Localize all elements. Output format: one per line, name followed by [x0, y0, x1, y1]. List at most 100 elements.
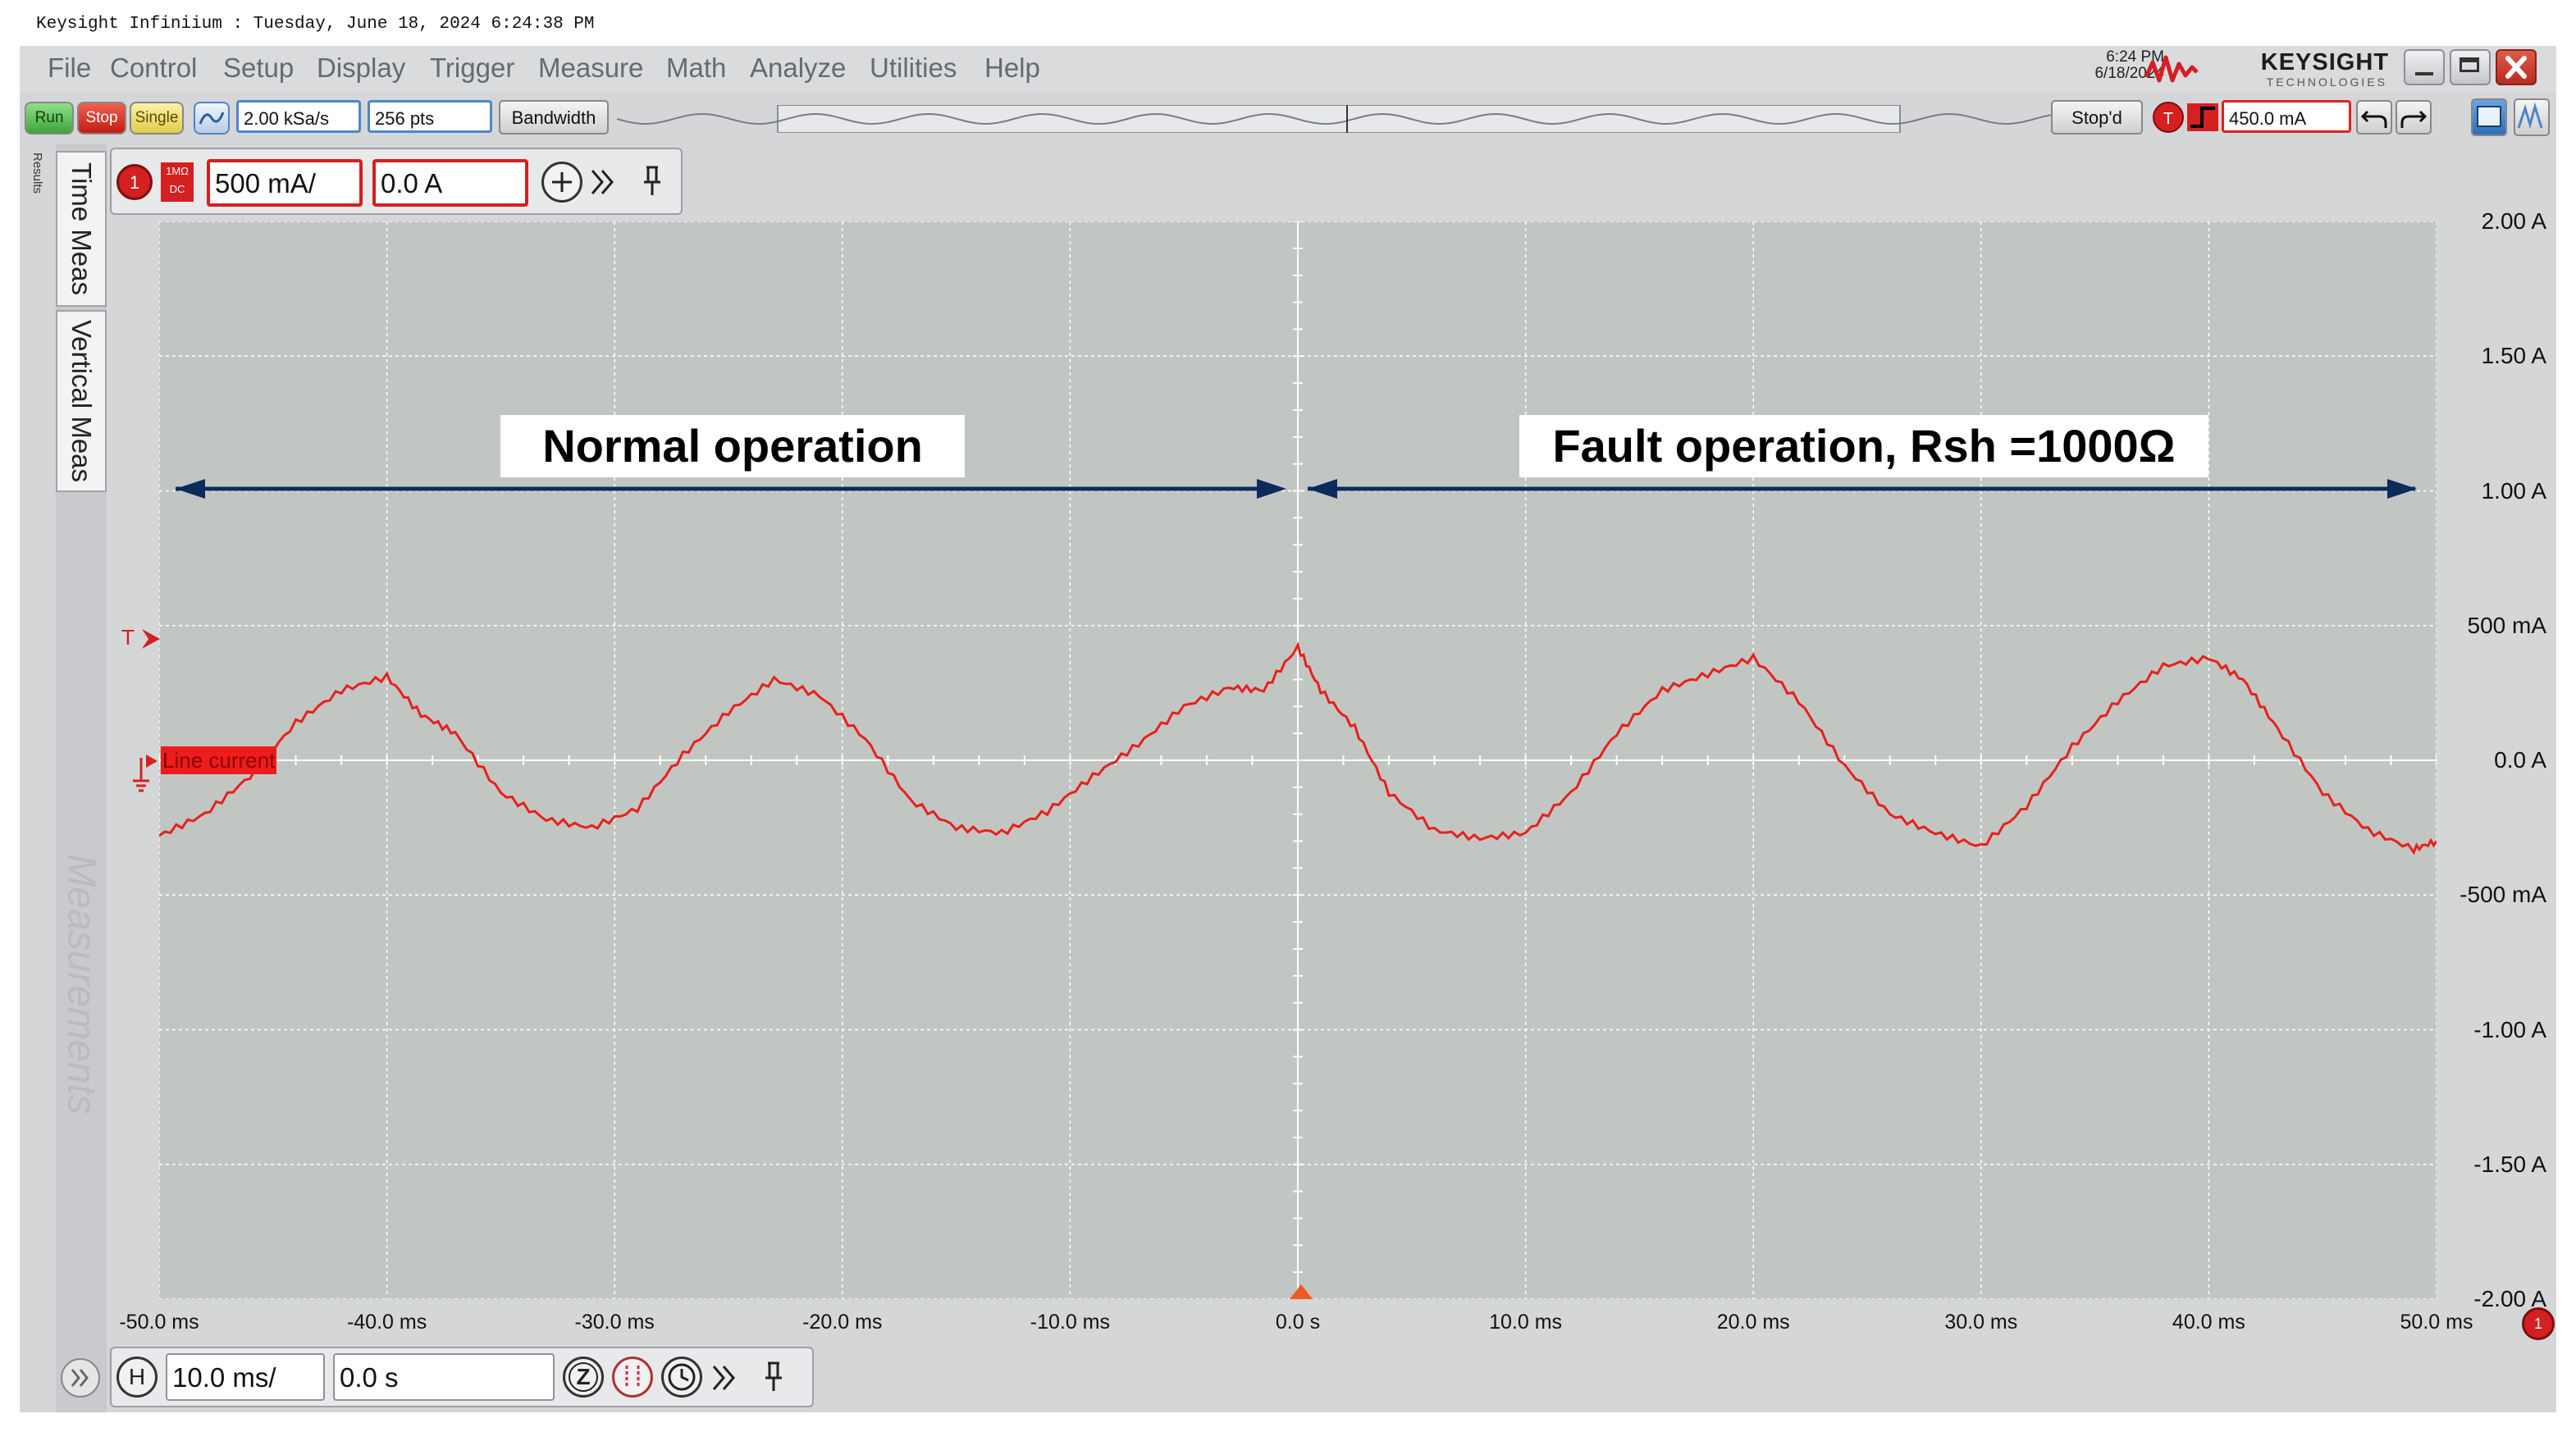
channel-1-bar: 1 1MΩ DC 500 mA/ 0.0 A	[110, 148, 683, 215]
acquisition-icon	[199, 112, 225, 125]
bandwidth-button[interactable]: Bandwidth	[499, 100, 609, 135]
run-status-button[interactable]: Stop'd	[2051, 100, 2143, 135]
layout-button[interactable]	[2471, 98, 2507, 136]
y-tick-label: 2.00 A	[2481, 208, 2546, 234]
x-tick-label: -10.0 ms	[1030, 1311, 1111, 1334]
waveform-display[interactable]: Normal operation Fault operation, Rsh =1…	[159, 221, 2437, 1299]
ground-reference-icon[interactable]	[131, 753, 161, 797]
minimize-button[interactable]	[2404, 49, 2445, 85]
zoom-button[interactable]: Z	[563, 1357, 604, 1398]
auto-scale-icon	[2517, 102, 2543, 130]
window-title: Keysight Infiniium : Tuesday, June 18, 2…	[36, 15, 595, 34]
y-tick-label: -1.50 A	[2473, 1151, 2546, 1177]
gated-button[interactable]	[612, 1357, 653, 1398]
x-tick-label: -30.0 ms	[574, 1311, 655, 1334]
menu-measure[interactable]: Measure	[538, 52, 643, 84]
menu-analyze[interactable]: Analyze	[750, 52, 846, 84]
menu-control[interactable]: Control	[110, 52, 197, 84]
channel-1-button[interactable]: 1	[116, 164, 153, 200]
x-tick-label: 40.0 ms	[2172, 1311, 2245, 1334]
x-tick-label: 0.0 s	[1275, 1311, 1321, 1334]
memory-depth-field[interactable]: 256 pts	[368, 100, 492, 133]
rising-edge-icon	[2190, 107, 2215, 128]
menu-setup[interactable]: Setup	[223, 52, 294, 84]
channel-1-marker[interactable]: 1	[2522, 1307, 2555, 1340]
channel-coupling-button[interactable]: 1MΩ DC	[161, 162, 194, 202]
gate-icon	[625, 1366, 640, 1389]
menu-math[interactable]: Math	[666, 52, 726, 84]
menu-file[interactable]: File	[48, 52, 91, 84]
vertical-offset-field[interactable]: 0.0 A	[372, 159, 528, 207]
maximize-button[interactable]	[2450, 49, 2491, 85]
single-button[interactable]: Single	[130, 102, 184, 135]
zoom-icon: Z	[569, 1362, 598, 1392]
trigger-edge-button[interactable]	[2187, 103, 2218, 131]
close-button[interactable]	[2496, 49, 2537, 85]
measurements-placeholder: Measurements	[56, 820, 107, 1148]
plus-icon	[552, 172, 572, 192]
vertical-scale-field[interactable]: 500 mA/	[207, 159, 363, 207]
x-tick-label: -50.0 ms	[119, 1311, 199, 1334]
auto-scale-button[interactable]	[2514, 98, 2550, 136]
clock-icon	[668, 1363, 696, 1391]
sample-rate-field[interactable]: 2.00 kSa/s	[236, 100, 361, 133]
timebase-reference-button[interactable]	[661, 1357, 702, 1398]
y-tick-label: -1.00 A	[2473, 1016, 2546, 1042]
trigger-badge[interactable]: T	[2153, 102, 2184, 133]
annotation-fault-operation: Fault operation, Rsh =1000Ω	[1519, 415, 2208, 477]
trace-label[interactable]: Line current	[161, 746, 277, 774]
undo-button[interactable]	[2356, 100, 2392, 135]
horizontal-bar: H 10.0 ms/ 0.0 s Z	[110, 1347, 814, 1407]
y-tick-label: 0.0 A	[2494, 747, 2546, 773]
add-channel-button[interactable]	[541, 162, 582, 203]
channel-impedance: 1MΩ	[166, 165, 189, 177]
waveform-graticule	[159, 221, 2437, 1299]
results-label[interactable]: Results	[30, 153, 44, 194]
menu-utilities[interactable]: Utilities	[870, 52, 957, 84]
menu-help[interactable]: Help	[984, 52, 1040, 84]
horizontal-button[interactable]: H	[116, 1357, 158, 1398]
channel-coupling: DC	[169, 183, 185, 195]
x-tick-label: -40.0 ms	[346, 1311, 427, 1334]
horizontal-scale-field[interactable]: 10.0 ms/	[166, 1353, 325, 1401]
run-button[interactable]: Run	[25, 102, 74, 135]
x-tick-label: 20.0 ms	[1716, 1311, 1790, 1334]
y-tick-label: -500 mA	[2460, 882, 2546, 908]
keysight-logo-icon	[2144, 55, 2199, 83]
horizontal-position-field[interactable]: 0.0 s	[333, 1353, 555, 1401]
y-tick-label: 500 mA	[2467, 612, 2547, 638]
menu-display[interactable]: Display	[317, 52, 405, 84]
expand-panel-button[interactable]	[61, 1358, 100, 1398]
trigger-level-marker[interactable]: T	[121, 625, 162, 650]
pin-icon[interactable]	[761, 1360, 786, 1394]
minimize-icon	[2415, 72, 2433, 75]
x-tick-label: 10.0 ms	[1489, 1311, 1563, 1334]
brand-subtitle: TECHNOLOGIES	[2266, 75, 2387, 89]
trigger-marker-label: T	[121, 625, 135, 650]
double-chevron-right-icon	[71, 1369, 89, 1387]
x-tick-label: 50.0 ms	[2400, 1311, 2473, 1334]
waveform-overview[interactable]	[617, 105, 2061, 133]
layout-icon	[2477, 106, 2501, 127]
measurements-placeholder-label: Measurements	[59, 854, 103, 1115]
tab-time-meas[interactable]: Time Meas	[56, 151, 107, 307]
menu-trigger[interactable]: Trigger	[430, 52, 514, 84]
redo-icon	[2400, 110, 2428, 128]
menu-bar: File Control Setup Display Trigger Measu…	[20, 46, 2556, 92]
toolbar: Run Stop Single 2.00 kSa/s 256 pts Bandw…	[20, 92, 2556, 144]
redo-button[interactable]	[2396, 100, 2432, 135]
y-tick-label: 1.50 A	[2481, 343, 2546, 369]
trigger-level-field[interactable]: 450.0 mA	[2222, 100, 2351, 133]
pin-icon[interactable]	[640, 164, 665, 198]
double-chevron-right-icon[interactable]	[587, 167, 620, 197]
annotation-normal-operation: Normal operation	[500, 415, 965, 477]
tab-vertical-meas[interactable]: Vertical Meas	[56, 310, 107, 492]
tab-vertical-meas-label: Vertical Meas	[66, 319, 97, 483]
tab-time-meas-label: Time Meas	[66, 162, 97, 295]
double-chevron-right-icon[interactable]	[709, 1363, 742, 1393]
y-tick-label: 1.00 A	[2481, 477, 2546, 504]
acquisition-button[interactable]	[194, 102, 230, 135]
brand-name: KEYSIGHT	[2260, 49, 2389, 75]
stop-button[interactable]: Stop	[77, 102, 126, 135]
undo-icon	[2360, 110, 2387, 128]
